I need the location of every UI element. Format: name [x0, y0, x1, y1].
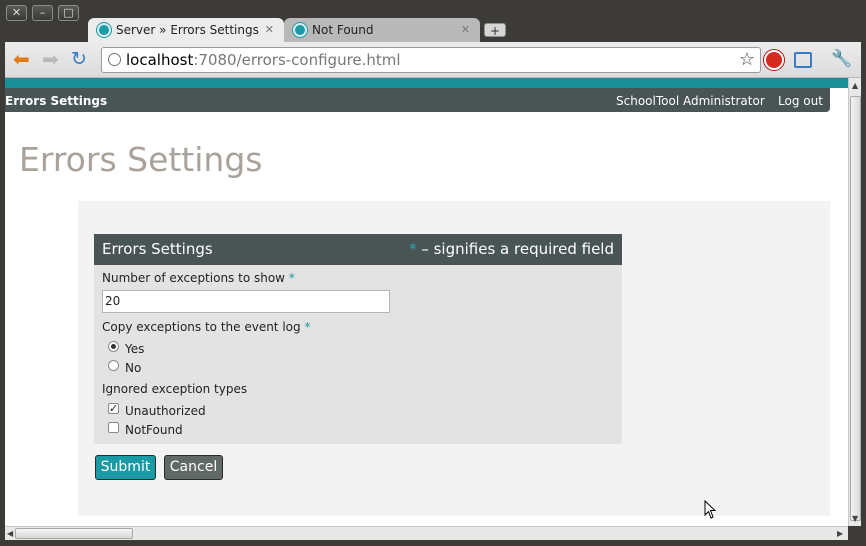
logout-link[interactable]: Log out [778, 88, 823, 114]
page-title: Errors Settings [19, 140, 263, 179]
scroll-right-arrow-icon[interactable]: ▶ [837, 529, 843, 538]
checkbox-notfound[interactable] [108, 422, 119, 433]
bookmark-star-icon[interactable]: ☆ [739, 48, 755, 72]
submit-button[interactable]: Submit [95, 455, 156, 480]
forward-arrow-icon[interactable]: ➡ [42, 48, 59, 70]
cancel-button[interactable]: Cancel [164, 455, 223, 480]
page-viewport: Errors Settings SchoolTool Administrator… [5, 78, 848, 526]
minimize-window-button[interactable]: – [32, 5, 53, 21]
exceptions-count-input[interactable]: 20 [102, 290, 390, 313]
tab-label: Not Found [312, 23, 374, 37]
scroll-up-arrow-icon[interactable]: ▲ [852, 81, 858, 90]
maximize-window-button[interactable]: □ [58, 5, 79, 21]
scroll-left-arrow-icon[interactable]: ◀ [7, 529, 13, 538]
globe-icon [108, 53, 121, 66]
radio-no[interactable] [108, 360, 119, 371]
tab-label: Server » Errors Settings [116, 23, 259, 37]
required-asterisk: * [409, 240, 417, 258]
opera-o-icon[interactable] [764, 50, 784, 70]
fieldset-header: Errors Settings * – signifies a required… [94, 234, 622, 265]
address-bar[interactable]: localhost:7080/errors-configure.html ☆ [101, 47, 761, 73]
required-note: * – signifies a required field [409, 234, 614, 265]
new-tab-button[interactable]: + [484, 23, 506, 38]
vertical-scrollbar[interactable]: ▲ ▼ [848, 78, 861, 526]
tab-not-found[interactable]: Not Found ✕ [284, 18, 480, 42]
exceptions-count-label: Number of exceptions to show * [102, 271, 295, 285]
close-tab-icon[interactable]: ✕ [265, 18, 274, 42]
browser-window: ✕ – □ Server » Errors Settings ✕ Not Fou… [0, 0, 866, 546]
browser-toolbar: ⬅ ➡ ↻ localhost:7080/errors-configure.ht… [5, 42, 861, 78]
tab-errors-settings[interactable]: Server » Errors Settings ✕ [88, 18, 284, 42]
checkbox-unauthorized-label: Unauthorized [125, 404, 206, 418]
horizontal-scroll-thumb[interactable] [15, 528, 133, 539]
checkbox-unauthorized[interactable]: ✓ [108, 403, 119, 414]
reload-icon[interactable]: ↻ [71, 48, 87, 70]
ignored-types-label: Ignored exception types [102, 382, 248, 396]
schooltool-favicon-icon [97, 23, 111, 37]
wrench-icon[interactable]: 🔧 [831, 48, 852, 70]
close-window-button[interactable]: ✕ [6, 5, 27, 21]
horizontal-scrollbar[interactable]: ◀ ▶ [5, 526, 848, 540]
required-asterisk: * [304, 320, 311, 334]
fieldset-legend: Errors Settings [102, 240, 213, 258]
required-note-text: – signifies a required field [421, 240, 614, 258]
content-panel: Errors Settings * – signifies a required… [78, 201, 830, 516]
url-host: localhost [126, 51, 194, 69]
back-arrow-icon[interactable]: ⬅ [13, 48, 30, 70]
exceptions-label-text: Number of exceptions to show [102, 271, 285, 285]
breadcrumb-title: Errors Settings [5, 94, 108, 108]
copy-label-text: Copy exceptions to the event log [102, 320, 301, 334]
brand-strip [5, 78, 848, 88]
vertical-scroll-thumb[interactable] [850, 96, 861, 521]
schooltool-favicon-icon [293, 23, 307, 37]
radio-yes[interactable] [108, 341, 119, 352]
errors-settings-fieldset: Errors Settings * – signifies a required… [94, 234, 622, 444]
required-asterisk: * [288, 271, 295, 285]
url-path: :7080/errors-configure.html [193, 51, 401, 69]
user-link[interactable]: SchoolTool Administrator [616, 88, 765, 114]
fullscreen-icon[interactable] [794, 52, 812, 68]
checkbox-notfound-label: NotFound [125, 423, 183, 437]
top-navigation-bar: Errors Settings SchoolTool Administrator… [5, 88, 830, 112]
copy-exceptions-label: Copy exceptions to the event log * [102, 320, 310, 334]
close-tab-icon[interactable]: ✕ [461, 18, 470, 42]
radio-yes-label: Yes [125, 342, 145, 356]
mouse-cursor-icon [704, 500, 717, 519]
radio-no-label: No [125, 361, 142, 375]
scroll-down-arrow-icon[interactable]: ▼ [852, 514, 858, 523]
